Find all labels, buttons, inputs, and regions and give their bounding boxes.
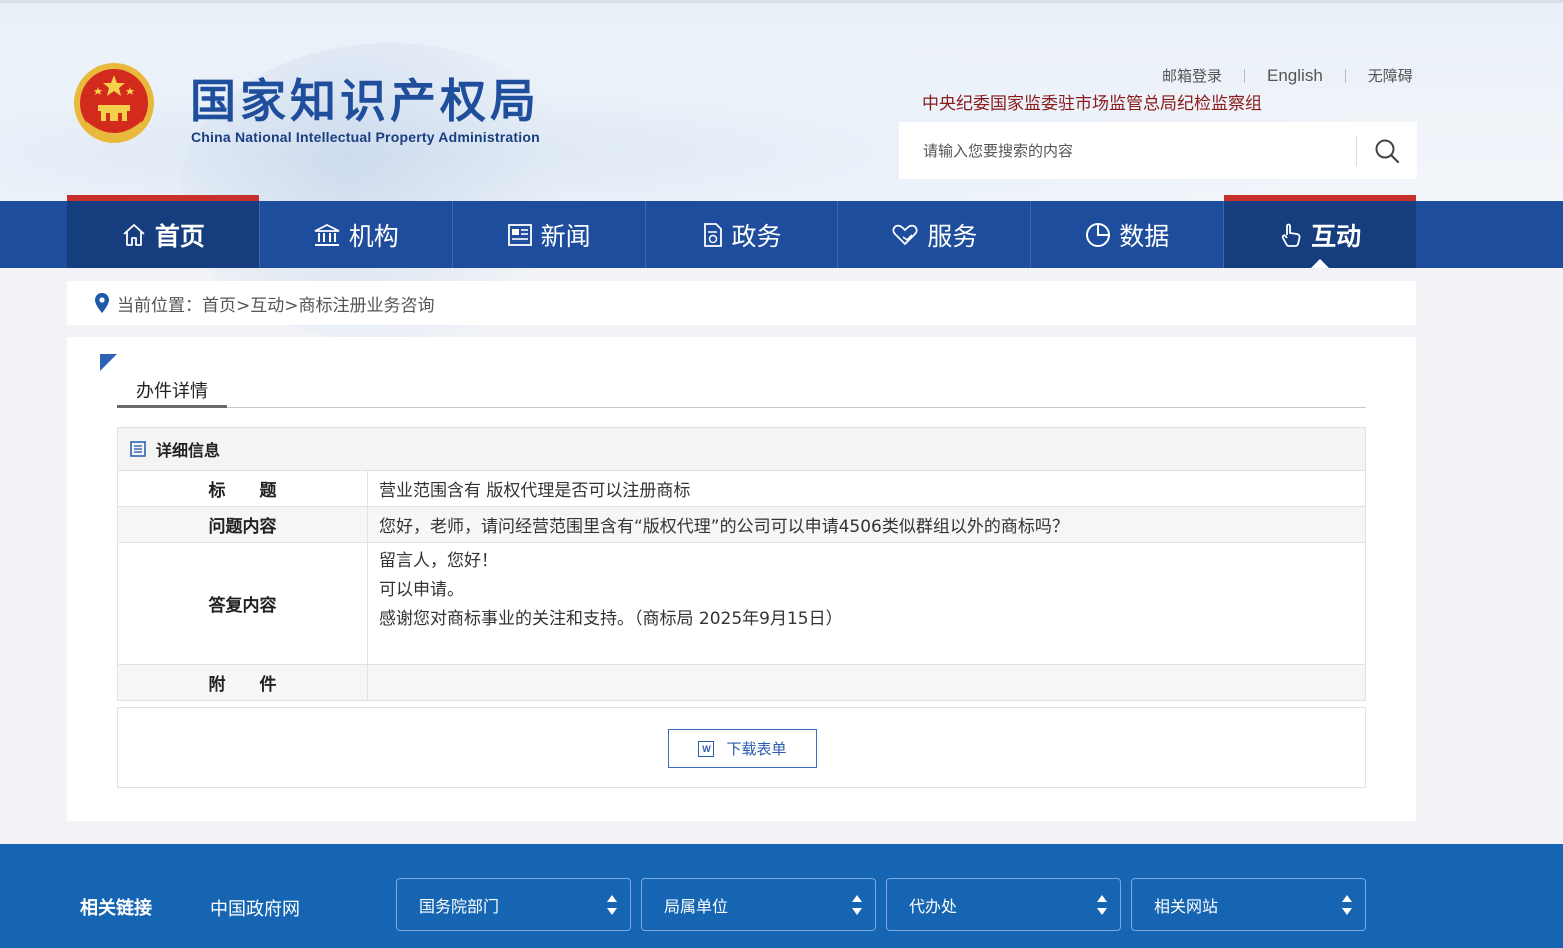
word-doc-icon: W xyxy=(698,740,715,757)
select-label: 相关网站 xyxy=(1154,896,1219,916)
institution-icon xyxy=(313,223,341,247)
up-down-arrow-icon xyxy=(851,893,863,921)
nav-item-government-affairs[interactable]: 政务 xyxy=(646,201,839,268)
news-icon xyxy=(507,223,533,247)
detail-panel: 办件详情 详细信息 标 题 营业范围含有 版权代理是否可以注册商标 问题内容 您… xyxy=(67,337,1416,821)
attachment-label: 附 件 xyxy=(117,664,368,701)
pointer-hand-icon xyxy=(1279,222,1303,248)
accessibility-link[interactable]: 无障碍 xyxy=(1346,65,1435,86)
nav-item-home[interactable]: 首页 xyxy=(67,195,260,268)
national-emblem-logo[interactable] xyxy=(72,61,156,147)
question-label: 问题内容 xyxy=(117,506,368,543)
main-navigation: 首页 机构 新闻 政务 服务 数据 互动 xyxy=(0,195,1563,268)
select-label: 局属单位 xyxy=(664,896,729,916)
mail-login-link[interactable]: 邮箱登录 xyxy=(1140,65,1244,86)
search-input[interactable] xyxy=(921,140,1343,161)
site-header: 国家知识产权局 China National Intellectual Prop… xyxy=(0,0,1563,343)
answer-line: 可以申请。 xyxy=(379,580,464,600)
breadcrumb: 当前位置：首页>互动>商标注册业务咨询 xyxy=(67,281,1416,325)
search-button[interactable] xyxy=(1357,122,1417,179)
nav-item-data[interactable]: 数据 xyxy=(1031,201,1225,268)
table-row: 标 题 营业范围含有 版权代理是否可以注册商标 xyxy=(117,470,1366,507)
table-row: 附 件 xyxy=(117,664,1366,701)
breadcrumb-text[interactable]: 当前位置：首页>互动>商标注册业务咨询 xyxy=(117,291,435,316)
title-value: 营业范围含有 版权代理是否可以注册商标 xyxy=(367,470,1366,507)
nav-label: 首页 xyxy=(154,221,205,251)
english-link[interactable]: English xyxy=(1245,66,1345,86)
nav-item-news[interactable]: 新闻 xyxy=(453,201,646,268)
related-links-label: 相关链接 xyxy=(80,898,152,919)
search-bar xyxy=(899,122,1417,179)
site-title[interactable]: 国家知识产权局 xyxy=(190,65,540,131)
site-subtitle: China National Intellectual Property Adm… xyxy=(191,129,540,145)
detail-table: 详细信息 标 题 营业范围含有 版权代理是否可以注册商标 问题内容 您好，老师，… xyxy=(117,427,1366,701)
select-label: 代办处 xyxy=(909,896,958,916)
download-label: 下载表单 xyxy=(726,740,787,758)
nav-label: 新闻 xyxy=(540,221,591,251)
answer-value: 留言人，您好！ 可以申请。 感谢您对商标事业的关注和支持。（商标局 2025年9… xyxy=(367,542,1366,665)
answer-line: 留言人，您好！ xyxy=(379,551,498,571)
up-down-arrow-icon xyxy=(1341,893,1353,921)
nav-label: 互动 xyxy=(1311,221,1362,251)
title-label: 标 题 xyxy=(117,470,368,507)
detail-section-title: 详细信息 xyxy=(156,441,221,460)
footer-links: 相关链接 中国政府网 国务院部门 局属单位 代办处 相关网站 xyxy=(0,844,1563,948)
question-value: 您好，老师，请问经营范围里含有“版权代理”的公司可以申请4506类似群组以外的商… xyxy=(367,506,1366,543)
nav-item-institution[interactable]: 机构 xyxy=(260,201,453,268)
search-icon xyxy=(1374,138,1400,164)
download-form-button[interactable]: W 下载表单 xyxy=(668,729,817,768)
table-row: 答复内容 留言人，您好！ 可以申请。 感谢您对商标事业的关注和支持。（商标局 2… xyxy=(117,542,1366,665)
select-affiliated-units[interactable]: 局属单位 xyxy=(641,878,876,931)
nav-item-services[interactable]: 服务 xyxy=(838,201,1032,268)
heart-hand-icon xyxy=(891,223,919,247)
corner-triangle-icon xyxy=(100,354,117,371)
nav-item-interaction[interactable]: 互动 xyxy=(1224,195,1417,268)
nav-label: 政务 xyxy=(731,221,782,251)
divider xyxy=(117,407,1366,408)
location-pin-icon xyxy=(95,293,109,313)
home-icon xyxy=(121,223,147,247)
nav-label: 机构 xyxy=(348,221,399,251)
tab-detail[interactable]: 办件详情 xyxy=(117,377,227,408)
discipline-inspection-link[interactable]: 中央纪委国家监委驻市场监管总局纪检监察组 xyxy=(922,89,1262,114)
up-down-arrow-icon xyxy=(1096,893,1108,921)
nav-label: 服务 xyxy=(927,221,978,251)
document-icon xyxy=(702,222,724,248)
download-area: W 下载表单 xyxy=(117,707,1366,788)
gov-website-link[interactable]: 中国政府网 xyxy=(210,895,300,921)
select-label: 国务院部门 xyxy=(419,896,500,916)
pie-chart-icon xyxy=(1085,222,1111,248)
nav-label: 数据 xyxy=(1119,221,1170,251)
up-down-arrow-icon xyxy=(606,893,618,921)
answer-line: 感谢您对商标事业的关注和支持。（商标局 2025年9月15日） xyxy=(379,609,843,629)
attachment-value xyxy=(367,664,1366,701)
table-row: 问题内容 您好，老师，请问经营范围里含有“版权代理”的公司可以申请4506类似群… xyxy=(117,506,1366,543)
top-links: 邮箱登录 English 无障碍 xyxy=(1140,65,1435,86)
answer-label: 答复内容 xyxy=(117,542,368,665)
select-state-council-departments[interactable]: 国务院部门 xyxy=(396,878,631,931)
select-agency-offices[interactable]: 代办处 xyxy=(886,878,1121,931)
list-icon xyxy=(130,441,146,457)
detail-section-header: 详细信息 xyxy=(118,437,1365,461)
select-related-websites[interactable]: 相关网站 xyxy=(1131,878,1366,931)
